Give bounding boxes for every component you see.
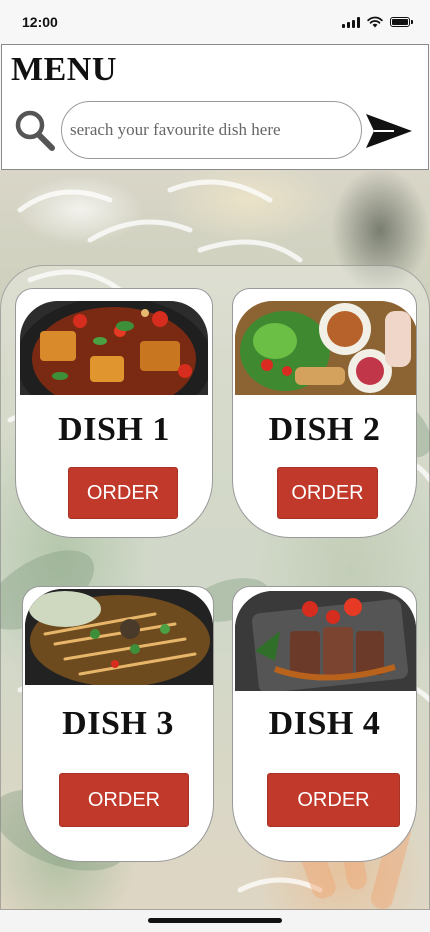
- dish-card: DISH 1 ORDER: [15, 288, 213, 538]
- order-button[interactable]: ORDER: [277, 467, 378, 519]
- order-button[interactable]: ORDER: [68, 467, 178, 519]
- dish-card: DISH 2 ORDER: [232, 288, 417, 538]
- battery-icon: [390, 17, 413, 27]
- dish-image: [25, 589, 213, 685]
- status-time: 12:00: [22, 14, 58, 30]
- wifi-icon: [367, 16, 383, 28]
- search-icon[interactable]: [14, 109, 56, 153]
- home-indicator[interactable]: [148, 918, 282, 923]
- dish-image: [20, 301, 208, 395]
- status-bar: 12:00: [0, 0, 430, 44]
- search-input[interactable]: [61, 101, 362, 159]
- dish-card: DISH 4 ORDER: [232, 586, 417, 862]
- dish-title: DISH 2: [268, 411, 381, 448]
- dish-image: [235, 591, 416, 691]
- dish-title: DISH 3: [62, 705, 174, 742]
- dish-card: DISH 3 ORDER: [22, 586, 214, 862]
- header: MENU: [1, 44, 429, 170]
- order-button[interactable]: ORDER: [267, 773, 400, 827]
- send-icon[interactable]: [364, 111, 414, 151]
- order-button[interactable]: ORDER: [59, 773, 189, 827]
- dish-title: DISH 1: [58, 411, 170, 448]
- page-title: MENU: [11, 51, 117, 88]
- dish-title: DISH 4: [268, 705, 381, 742]
- signal-icon: [342, 16, 360, 28]
- status-icons: [342, 16, 413, 28]
- dish-image: [235, 301, 416, 395]
